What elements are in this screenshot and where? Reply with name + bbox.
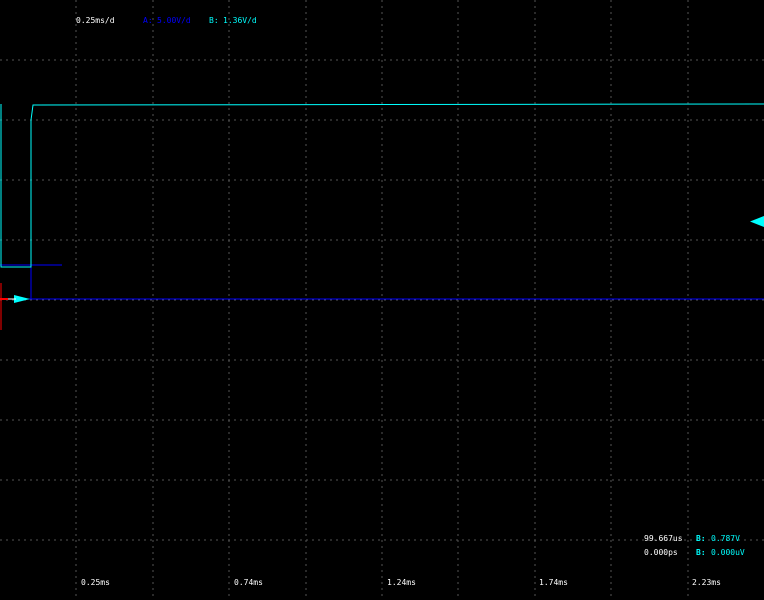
channel-a-label: A: <box>143 16 153 25</box>
graticule-grid <box>0 0 764 600</box>
delta-voltage-readout: 0.000uV <box>711 548 745 557</box>
channel-b-level-marker-icon <box>750 216 764 227</box>
channel-a-scale: 5.00V/d <box>157 16 191 25</box>
channel-b-label: B: <box>209 16 219 25</box>
cursor-voltage-readout: 0.787V <box>711 534 740 543</box>
timebase-label: 0.25ms/d <box>76 16 115 25</box>
delta-time-readout: 0.000ps <box>644 548 678 557</box>
x-tick-label: 0.74ms <box>234 578 263 587</box>
x-tick-label: 1.24ms <box>387 578 416 587</box>
delta-channel-label: B: <box>696 548 706 557</box>
x-tick-label: 1.74ms <box>539 578 568 587</box>
channel-b-scale: 1.36V/d <box>223 16 257 25</box>
cursor-time-readout: 99.667us <box>644 534 683 543</box>
channel-b-trace <box>0 103 764 268</box>
oscilloscope-screen: 0.25ms/d A: 5.00V/d B: 1.36V/d 99.667us … <box>0 0 764 600</box>
waveform-display[interactable] <box>0 0 764 600</box>
cursor-channel-label: B: <box>696 534 706 543</box>
x-tick-label: 0.25ms <box>81 578 110 587</box>
ground-marker-icon <box>14 295 30 303</box>
x-tick-label: 2.23ms <box>692 578 721 587</box>
